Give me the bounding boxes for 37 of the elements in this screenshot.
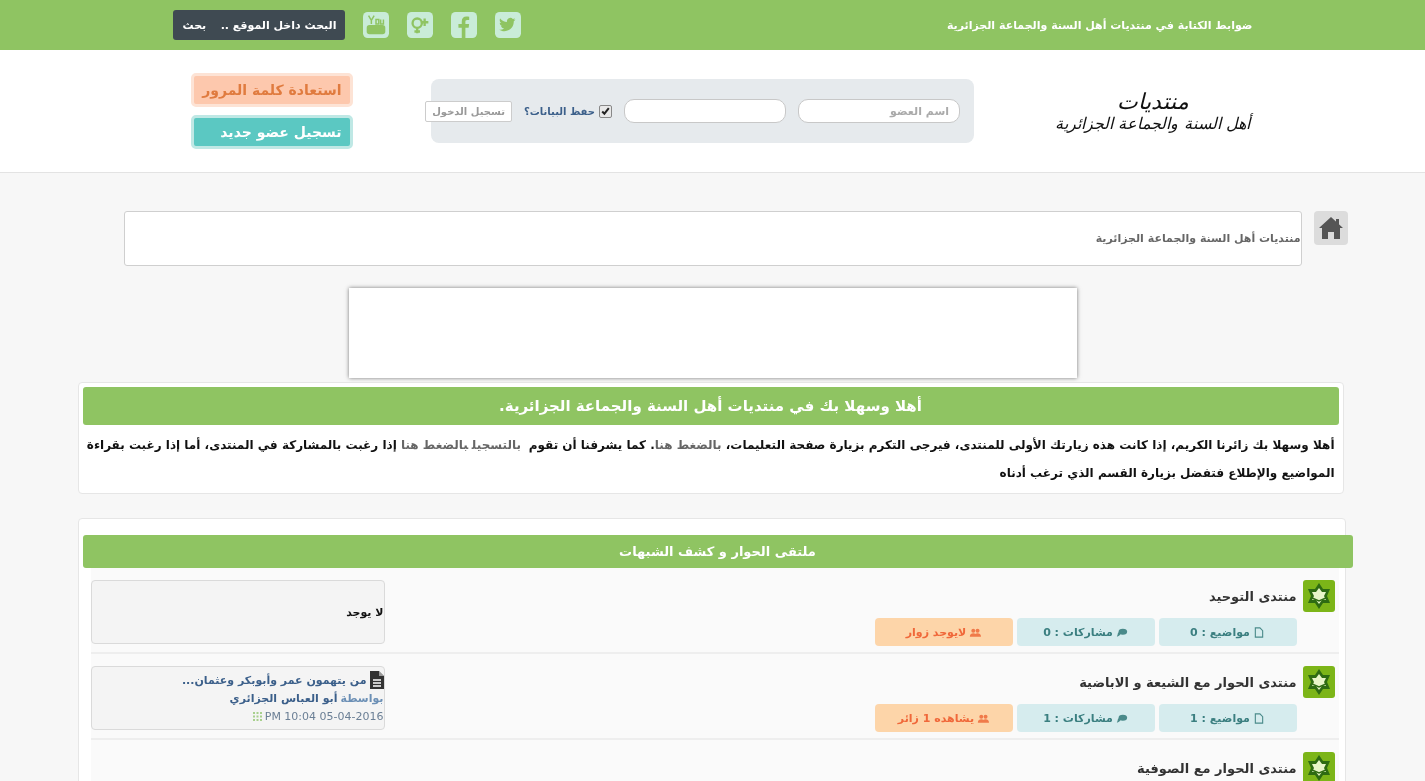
help-link[interactable]: بالضغط هنا	[400, 438, 469, 452]
welcome-text: أهلا وسهلا بك زائرنا الكريم، إذا كانت هذه زيارتك الأولى للمنتدى، فيرجى التكرم بزيارة صفحة التعليمات، بالضغط هنا. كما يشرفنا أن تقوم بالتسجيل بالضغط هنا إذا رغبت بالمشاركة في المنتدى، أما إذا رغبت بقراءة المواضيع والإطلاع فتفضل بزيارة القسم الذي ترغب أدناه	[85, 436, 1336, 483]
forum-title-link[interactable]: منتدى الحوار مع الشيعة و الاباضية	[1079, 674, 1297, 690]
forum-emblem-icon	[1302, 580, 1335, 612]
help-link[interactable]: بالتسجيل	[471, 438, 521, 452]
forum-emblem-icon	[1302, 752, 1335, 781]
help-link[interactable]: بالضغط هنا	[654, 438, 722, 452]
grid-icon	[252, 711, 262, 721]
last-post-link[interactable]: من يتهمون عمر وأبوبكر وعثمان...	[181, 673, 367, 687]
welcome-title: أهلا وسهلا بك في منتديات أهل السنة والجماعة الجزائرية.	[82, 387, 1339, 425]
facebook-icon[interactable]	[450, 12, 477, 38]
password-field[interactable]	[624, 99, 786, 123]
author-link[interactable]: أبو العباس الجزائري	[229, 691, 338, 705]
twitter-icon[interactable]	[494, 12, 521, 38]
posts-count-badge: مشاركات : 1	[1016, 704, 1155, 732]
forum-title-link[interactable]: منتدى التوحيد	[1208, 588, 1297, 604]
visitors-badge: يشاهده 1 زائر	[874, 704, 1013, 732]
search-button[interactable]: بحث	[178, 18, 211, 32]
topics-count-badge: مواضيع : 1	[1158, 704, 1297, 732]
posts-count-badge: مشاركات : 0	[1016, 618, 1155, 646]
site-search-field[interactable]: البحث داخل الموقع .. بحث	[172, 10, 345, 40]
remember-label: حفظ البيانات؟	[523, 105, 595, 117]
breadcrumb-link[interactable]: منتديات أهل السنة والجماعة الجزائرية	[1095, 232, 1301, 245]
post-date: PM 10:04 05-04-2016	[264, 709, 384, 723]
forum-emblem-icon	[1302, 666, 1335, 698]
visitors-badge: لايوجد زوار	[874, 618, 1013, 646]
topics-count-badge: مواضيع : 0	[1158, 618, 1297, 646]
forum-title-link[interactable]: منتدى الحوار مع الصوفية	[1137, 760, 1297, 776]
login-button[interactable]: تسجيل الدخول	[425, 100, 512, 122]
remember-checkbox[interactable]	[599, 104, 612, 118]
username-field[interactable]: اسم العضو	[798, 99, 960, 123]
by-label: بواسطة	[340, 691, 384, 705]
home-icon[interactable]	[1313, 211, 1348, 245]
logo-text: منتديات	[1116, 89, 1189, 114]
no-post-text: لا يوجد	[345, 605, 384, 619]
google-plus-icon[interactable]	[406, 12, 433, 38]
youtube-icon[interactable]	[362, 12, 389, 38]
